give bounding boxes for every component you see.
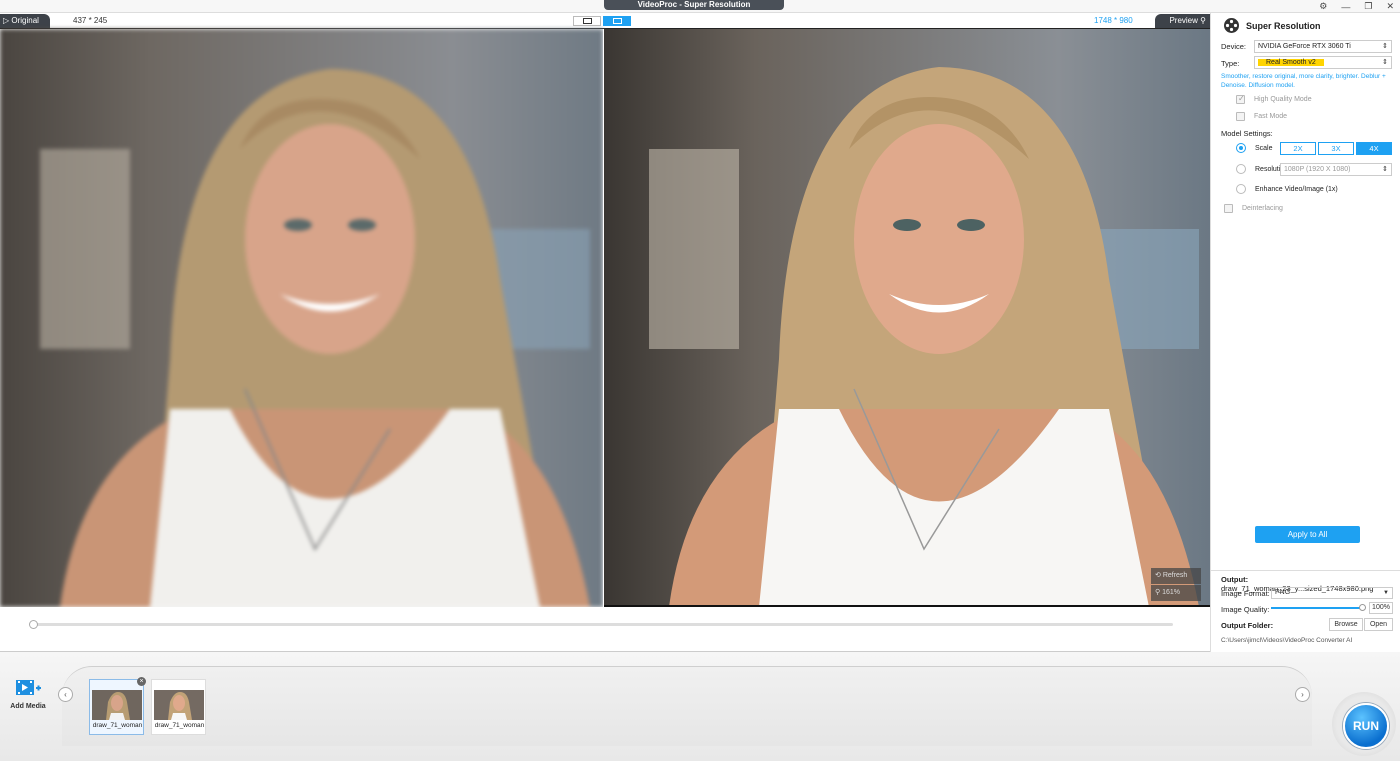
panel-title: Super Resolution <box>1246 21 1321 31</box>
timeline-knob[interactable] <box>29 620 38 629</box>
folder-label: Output Folder: <box>1221 621 1274 630</box>
scale-3x-button[interactable]: 3X <box>1318 142 1354 155</box>
media-thumbnail[interactable]: draw_71_woman × <box>89 677 146 735</box>
zoom-indicator[interactable]: ⚲ 161% <box>1151 585 1201 601</box>
media-thumbnail[interactable]: draw_71_woman <box>151 679 206 735</box>
preview-header: ▷ Original 437 * 245 1748 * 980 Preview … <box>0 13 1210 29</box>
output-folder-path: C:\Users\jimcl\Videos\VideoProc Converte… <box>1221 637 1353 644</box>
view-toggle <box>573 16 631 26</box>
updown-icon: ⇕ <box>1382 59 1388 66</box>
original-image <box>0 29 603 607</box>
thumbnail-image <box>92 690 142 720</box>
single-view-icon <box>582 18 592 24</box>
fast-mode-label: Fast Mode <box>1254 113 1288 120</box>
browse-button[interactable]: Browse <box>1329 618 1363 631</box>
timeline-area <box>0 607 1210 652</box>
film-reel-icon <box>1224 18 1239 33</box>
tab-original-label: Original <box>11 16 39 25</box>
split-view-button[interactable] <box>603 16 631 26</box>
format-value: PNG <box>1275 589 1291 596</box>
output-separator <box>1211 570 1400 571</box>
chevron-right-icon: › <box>1301 690 1304 699</box>
settings-icon[interactable]: ⚙ <box>1319 1 1327 12</box>
format-label: Image Format: <box>1221 589 1270 598</box>
device-select[interactable]: NVIDIA GeForce RTX 3060 Ti ⇕ <box>1254 40 1392 53</box>
deinterlacing-checkbox[interactable] <box>1224 204 1233 213</box>
output-label: Output: <box>1221 575 1249 584</box>
window-title: VideoProc - Super Resolution <box>604 0 784 10</box>
split-view-icon <box>612 18 622 24</box>
quality-label: Image Quality: <box>1221 605 1270 614</box>
zoom-value: 161% <box>1162 589 1180 596</box>
quality-slider-track[interactable] <box>1271 607 1363 609</box>
tab-original[interactable]: ▷ Original <box>0 14 50 28</box>
high-quality-label: High Quality Mode <box>1254 96 1312 103</box>
format-select[interactable]: PNG ▼ <box>1271 587 1393 599</box>
timeline-track[interactable] <box>33 623 1173 626</box>
type-label: Type: <box>1221 59 1240 68</box>
add-media-button[interactable]: Add Media <box>8 678 48 710</box>
scale-radio[interactable] <box>1236 143 1246 153</box>
thumbnail-image <box>154 690 204 720</box>
updown-icon: ⇕ <box>1382 166 1388 173</box>
enhance-label: Enhance Video/Image (1x) <box>1255 186 1338 193</box>
folder-label-row: Output Folder: <box>1221 621 1273 630</box>
model-settings-label: Model Settings: <box>1221 129 1273 138</box>
refresh-button[interactable]: ⟲ Refresh <box>1151 568 1201 584</box>
scale-4x-button[interactable]: 4X <box>1356 142 1392 155</box>
scale-2x-button[interactable]: 2X <box>1280 142 1316 155</box>
refresh-label: Refresh <box>1162 572 1188 579</box>
open-button[interactable]: Open <box>1364 618 1393 631</box>
single-view-button[interactable] <box>573 16 601 26</box>
updown-icon: ⇕ <box>1382 43 1388 50</box>
type-value: Real Smooth v2 <box>1258 59 1324 66</box>
original-dimensions: 437 * 245 <box>73 16 108 25</box>
title-bar: VideoProc - Super Resolution ⚙ — ❐ ✕ <box>0 0 1400 13</box>
fast-mode-checkbox[interactable] <box>1236 112 1245 121</box>
quality-value[interactable]: 100% <box>1369 602 1393 614</box>
high-quality-checkbox[interactable] <box>1236 94 1245 104</box>
maximize-icon[interactable]: ❐ <box>1364 1 1372 12</box>
window-controls: ⚙ — ❐ ✕ <box>1319 0 1394 13</box>
apply-to-all-button[interactable]: Apply to All <box>1255 526 1360 543</box>
type-description: Smoother, restore original, more clarity… <box>1221 73 1386 89</box>
resolution-radio[interactable] <box>1236 164 1246 174</box>
quality-slider-knob[interactable] <box>1359 604 1366 611</box>
remove-icon[interactable]: × <box>137 677 146 686</box>
add-media-icon <box>16 680 41 695</box>
minimize-icon[interactable]: — <box>1341 2 1350 12</box>
enhance-radio[interactable] <box>1236 184 1246 194</box>
media-bar: Add Media ‹ draw_71_woman × draw_71_woma… <box>0 652 1400 761</box>
tab-preview-label: Preview <box>1169 16 1198 25</box>
scroll-right-button[interactable]: › <box>1295 687 1310 702</box>
add-media-label: Add Media <box>10 703 46 710</box>
scale-label: Scale <box>1255 145 1273 152</box>
chevron-down-icon: ▼ <box>1383 590 1389 596</box>
device-value: NVIDIA GeForce RTX 3060 Ti <box>1258 43 1351 50</box>
refresh-icon: ⟲ <box>1155 572 1163 579</box>
resolution-value: 1080P (1920 X 1080) <box>1284 166 1351 173</box>
preview-image <box>604 29 1210 607</box>
magnifier-icon: ⚲ <box>1197 16 1206 25</box>
close-icon[interactable]: ✕ <box>1386 1 1394 12</box>
type-select[interactable]: Real Smooth v2 ⇕ <box>1254 56 1392 69</box>
deinterlacing-label: Deinterlacing <box>1242 205 1283 212</box>
chevron-left-icon: ‹ <box>64 690 67 699</box>
tab-preview[interactable]: Preview ⚲ <box>1155 14 1210 28</box>
scroll-left-button[interactable]: ‹ <box>58 687 73 702</box>
settings-panel: Super Resolution Device: NVIDIA GeForce … <box>1210 13 1400 652</box>
thumbnail-label: draw_71_woman <box>154 722 205 729</box>
media-strip <box>62 666 1312 746</box>
preview-dimensions: 1748 * 980 <box>1094 16 1133 25</box>
resolution-select[interactable]: 1080P (1920 X 1080) ⇕ <box>1280 163 1392 176</box>
device-label: Device: <box>1221 42 1247 51</box>
thumbnail-label: draw_71_woman <box>92 722 143 729</box>
run-button[interactable]: RUN <box>1343 703 1389 749</box>
